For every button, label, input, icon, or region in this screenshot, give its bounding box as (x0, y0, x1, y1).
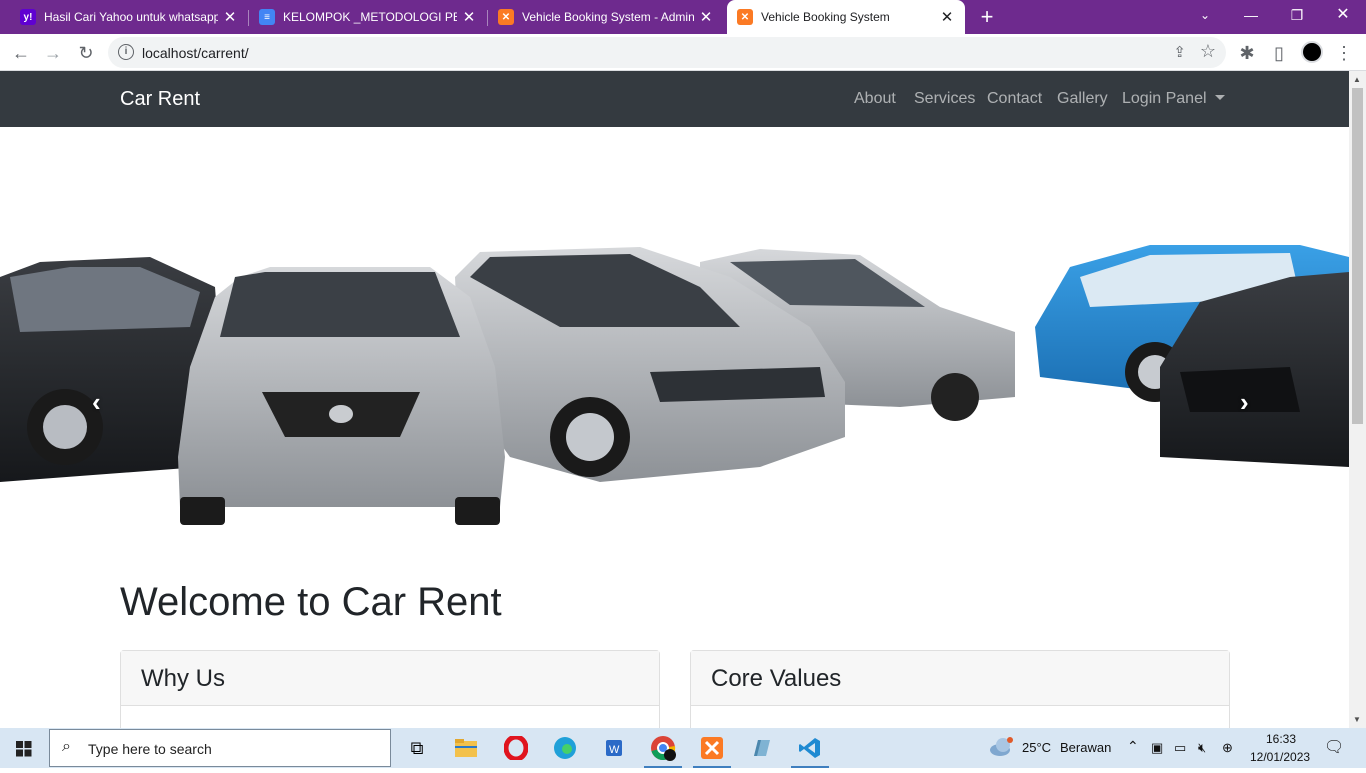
silver-nissan-front (178, 267, 505, 525)
search-placeholder: Type here to search (88, 741, 212, 757)
close-tab-icon[interactable]: ✕ (694, 8, 718, 26)
carousel-prev-icon[interactable]: ‹ (92, 387, 101, 418)
windows-taskbar: ⌕ Type here to search ⧉ W 25°C Berawan ⌃… (0, 728, 1366, 768)
caret-down-icon (1214, 95, 1225, 100)
chrome-icon[interactable] (644, 733, 682, 768)
clock-date[interactable]: 12/01/2023 (1250, 750, 1310, 764)
tab-title: Vehicle Booking System - Admin (522, 10, 694, 24)
file-explorer-icon[interactable] (451, 733, 481, 763)
nav-dropdown-login-panel[interactable]: Login Panel (1122, 90, 1225, 108)
language-globe-icon[interactable]: ⊕ (1222, 740, 1233, 756)
forward-icon[interactable]: → (40, 40, 66, 66)
close-tab-icon[interactable]: ✕ (218, 8, 242, 26)
windows-start-button[interactable] (0, 728, 48, 768)
windows-logo-icon (16, 741, 32, 757)
weather-temp[interactable]: 25°C (1022, 740, 1051, 755)
vscode-icon[interactable] (791, 733, 829, 768)
task-view-icon[interactable]: ⧉ (402, 733, 432, 763)
taskbar-search-box[interactable]: ⌕ Type here to search (49, 729, 391, 767)
vscode-logo-icon (799, 738, 820, 758)
browser-tab-admin[interactable]: ✕ Vehicle Booking System - Admin ✕ (488, 0, 724, 34)
note-app-icon (754, 740, 770, 756)
battery-icon[interactable]: ▭ (1174, 740, 1186, 756)
restore-icon[interactable]: ❐ (1274, 0, 1320, 30)
reload-icon[interactable]: ↻ (73, 40, 99, 66)
tab-search-icon[interactable]: ⌄ (1182, 0, 1228, 30)
xampp-logo-icon (701, 737, 723, 759)
xampp-icon: ✕ (737, 9, 753, 25)
folder-icon (455, 739, 477, 757)
nav-link-gallery[interactable]: Gallery (1057, 90, 1108, 108)
clock-time[interactable]: 16:33 (1266, 732, 1296, 746)
notepad-icon[interactable] (746, 733, 776, 763)
tab-title: Vehicle Booking System (761, 10, 890, 24)
extensions-icon[interactable]: ✱ (1234, 40, 1260, 66)
url-text[interactable]: localhost/carrent/ (142, 45, 249, 61)
card-header: Why Us (121, 651, 659, 706)
navbar-brand[interactable]: Car Rent (120, 88, 200, 111)
new-tab-icon[interactable]: + (976, 3, 998, 31)
address-bar[interactable]: i localhost/carrent/ ⇪ ☆ (108, 37, 1226, 68)
browser-toolbar: ← → ↻ i localhost/carrent/ ⇪ ☆ ✱ ▯ ⋮ (0, 34, 1366, 71)
cloudy-weather-icon[interactable] (988, 736, 1016, 758)
edge-icon[interactable] (550, 733, 580, 763)
opera-icon[interactable] (501, 733, 531, 763)
yahoo-icon: y! (20, 9, 36, 25)
chrome-logo-icon (651, 736, 676, 761)
wps-writer-icon[interactable]: W (599, 733, 629, 763)
back-icon[interactable]: ← (8, 40, 34, 66)
page-scrollbar[interactable]: ▲ ▼ (1349, 71, 1366, 728)
close-tab-icon[interactable]: ✕ (457, 8, 481, 26)
tab-title: KELOMPOK _METODOLOGI PENGEMBANGAN (283, 10, 457, 24)
browser-tab-docs[interactable]: ≡ KELOMPOK _METODOLOGI PENGEMBANGAN ✕ (249, 0, 487, 34)
page-title: Welcome to Car Rent (120, 580, 502, 624)
close-window-icon[interactable]: ✕ (1320, 0, 1366, 30)
minimize-icon[interactable]: — (1228, 0, 1274, 30)
meet-now-icon[interactable]: ▣ (1151, 740, 1163, 756)
xampp-taskbar-icon[interactable] (693, 733, 731, 768)
google-docs-icon: ≡ (259, 9, 275, 25)
bookmark-star-icon[interactable]: ☆ (1200, 41, 1216, 62)
scroll-down-icon[interactable]: ▼ (1353, 715, 1361, 724)
site-navbar: Car Rent About Services Contact Gallery … (0, 71, 1349, 127)
scroll-up-icon[interactable]: ▲ (1353, 75, 1361, 84)
menu-kebab-icon[interactable]: ⋮ (1331, 40, 1357, 66)
browser-tab-yahoo[interactable]: y! Hasil Cari Yahoo untuk whatsapp ✕ (0, 0, 248, 34)
nav-link-about[interactable]: About (854, 90, 896, 108)
tab-title: Hasil Cari Yahoo untuk whatsapp (44, 10, 218, 24)
svg-text:W: W (609, 744, 620, 756)
side-panel-icon[interactable]: ▯ (1266, 40, 1292, 66)
edge-logo-icon (554, 737, 576, 759)
opera-logo-icon (504, 736, 528, 760)
notification-icon[interactable]: 🗨︎ (1324, 737, 1344, 757)
volume-muted-icon[interactable]: 🔇︎ (1198, 740, 1206, 756)
document-icon: W (606, 740, 622, 756)
browser-tab-strip: y! Hasil Cari Yahoo untuk whatsapp ✕ ≡ K… (0, 0, 1366, 34)
scrollbar-thumb[interactable] (1352, 88, 1363, 424)
nav-link-services[interactable]: Services (914, 90, 975, 108)
profile-avatar[interactable] (1301, 41, 1323, 63)
card-header: Core Values (691, 651, 1229, 706)
xampp-icon: ✕ (498, 9, 514, 25)
site-info-icon[interactable]: i (118, 44, 134, 60)
search-icon: ⌕ (62, 738, 71, 755)
hero-carousel: ‹ › (0, 127, 1349, 537)
weather-desc[interactable]: Berawan (1060, 740, 1111, 755)
browser-tab-active[interactable]: ✕ Vehicle Booking System ✕ (727, 0, 965, 34)
dropdown-label: Login Panel (1122, 90, 1207, 107)
share-icon[interactable]: ⇪ (1173, 43, 1186, 61)
close-tab-icon[interactable]: ✕ (935, 8, 959, 26)
tray-chevron-up-icon[interactable]: ⌃ (1127, 738, 1139, 755)
nav-link-contact[interactable]: Contact (987, 90, 1042, 108)
cars-lineup-image (0, 245, 1349, 525)
carousel-next-icon[interactable]: › (1240, 387, 1249, 418)
